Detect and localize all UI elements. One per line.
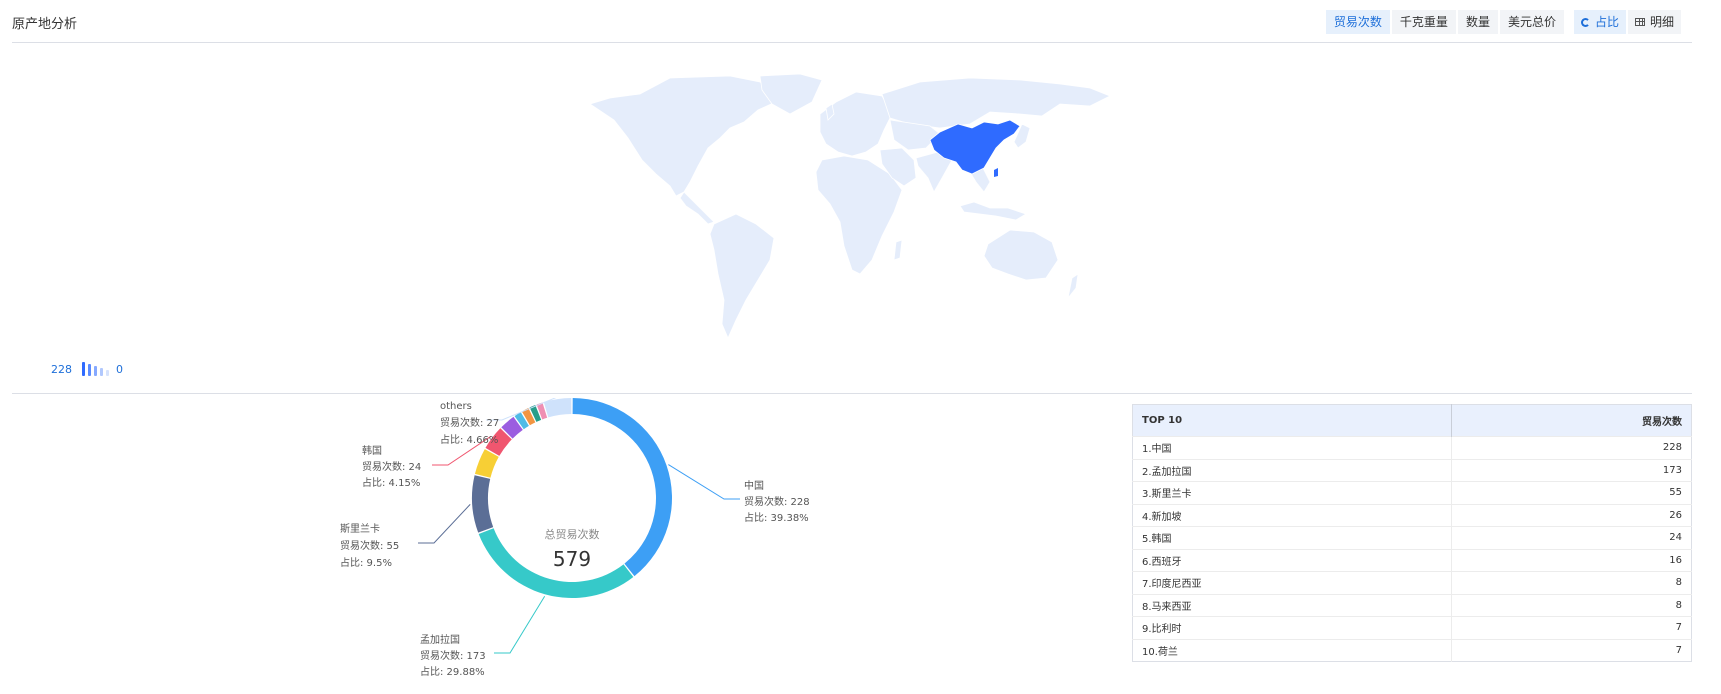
- slice-metric-bangladesh: 贸易次数: 173: [420, 649, 486, 662]
- table-cell-name: 8.马来西亚: [1132, 593, 1452, 617]
- legend-bar: [100, 368, 103, 376]
- table-header-value[interactable]: 贸易次数: [1451, 404, 1692, 437]
- legend-gradient: [82, 362, 109, 376]
- table-cell-name: 10.荷兰: [1132, 638, 1452, 662]
- table-header-row: TOP 10 贸易次数: [1132, 404, 1692, 437]
- table-cell-name: 4.新加坡: [1132, 503, 1452, 527]
- table-row: 9.比利时 7: [1132, 616, 1692, 639]
- slice-share-others: 占比: 4.66%: [440, 433, 498, 446]
- legend-min-value: 0: [116, 362, 123, 376]
- map-region-south-america[interactable]: [709, 213, 775, 339]
- slice-metric-others: 贸易次数: 27: [440, 416, 499, 429]
- map-region-new-zealand[interactable]: [1067, 273, 1079, 299]
- table-cell-value: 55: [1451, 481, 1692, 504]
- donut-chart[interactable]: 总贸易次数 579 中国 贸易次数: 228 占比: 39.38% 孟加拉国 贸…: [320, 396, 880, 690]
- donut-slice[interactable]: [472, 475, 494, 533]
- origin-analysis-panel: 原产地分析 贸易次数 千克重量 数量 美元总价 占比 明细 228 0 总贸易次…: [0, 0, 1721, 690]
- map-region-australia[interactable]: [983, 229, 1059, 281]
- panel-header: 原产地分析 贸易次数 千克重量 数量 美元总价 占比 明细: [12, 0, 1692, 43]
- donut-center-label: 总贸易次数: [545, 527, 600, 541]
- legend-bar: [106, 370, 109, 376]
- table-row: 7.印度尼西亚 8: [1132, 571, 1692, 594]
- table-cell-value: 173: [1451, 458, 1692, 482]
- table-header-name: TOP 10: [1132, 404, 1452, 437]
- table-row: 3.斯里兰卡 55: [1132, 481, 1692, 504]
- table-cell-name: 1.中国: [1132, 436, 1452, 459]
- table-cell-name: 3.斯里兰卡: [1132, 481, 1452, 504]
- table-row: 5.韩国 24: [1132, 526, 1692, 549]
- tab-quantity[interactable]: 数量: [1457, 10, 1498, 34]
- donut-center-value: 579: [553, 547, 591, 571]
- table-row: 6.西班牙 16: [1132, 548, 1692, 572]
- table-cell-value: 16: [1451, 548, 1692, 572]
- slice-share-bangladesh: 占比: 29.88%: [420, 665, 485, 678]
- tab-usd-total[interactable]: 美元总价: [1499, 10, 1564, 34]
- slice-metric-korea: 贸易次数: 24: [362, 460, 421, 473]
- map-region-russia[interactable]: [881, 77, 1111, 129]
- legend-max-value: 228: [51, 362, 72, 376]
- slice-label-korea: 韩国: [362, 444, 382, 457]
- slice-label-others: others: [440, 401, 472, 412]
- slice-share-sri-lanka: 占比: 9.5%: [340, 556, 392, 569]
- slice-share-china: 占比: 39.38%: [744, 511, 809, 524]
- map-region-central-america[interactable]: [679, 191, 715, 225]
- top10-table: TOP 10 贸易次数 1.中国 228 2.孟加拉国 173 3.斯里兰卡 55 4…: [1132, 404, 1692, 662]
- table-cell-value: 24: [1451, 526, 1692, 549]
- donut-chart-icon: [1580, 17, 1590, 27]
- leader-line: [494, 596, 546, 654]
- slice-label-china: 中国: [744, 479, 764, 492]
- table-cell-name: 6.西班牙: [1132, 548, 1452, 572]
- table-cell-name: 5.韩国: [1132, 526, 1452, 549]
- table-cell-name: 7.印度尼西亚: [1132, 571, 1452, 594]
- table-cell-value: 26: [1451, 503, 1692, 527]
- world-map[interactable]: [589, 73, 1111, 344]
- slice-label-sri-lanka: 斯里兰卡: [340, 522, 380, 535]
- table-row: 4.新加坡 26: [1132, 503, 1692, 527]
- map-region-europe[interactable]: [819, 91, 893, 157]
- table-cell-value: 7: [1451, 638, 1692, 662]
- table-row: 10.荷兰 7: [1132, 638, 1692, 662]
- map-region-taiwan[interactable]: [994, 168, 998, 177]
- table-cell-name: 9.比利时: [1132, 616, 1452, 639]
- table-cell-value: 8: [1451, 571, 1692, 594]
- table-row: 1.中国 228: [1132, 436, 1692, 459]
- section-divider: [12, 393, 1692, 394]
- page-title: 原产地分析: [12, 17, 78, 32]
- leader-line: [418, 504, 471, 544]
- view-detail-button[interactable]: 明细: [1627, 10, 1681, 34]
- table-row: 2.孟加拉国 173: [1132, 458, 1692, 482]
- slice-metric-sri-lanka: 贸易次数: 55: [340, 539, 399, 552]
- table-cell-value: 7: [1451, 616, 1692, 639]
- slice-metric-china: 贸易次数: 228: [744, 495, 810, 508]
- legend-bar: [88, 364, 91, 376]
- table-icon: [1634, 18, 1645, 26]
- map-region-greenland[interactable]: [759, 73, 823, 115]
- legend-bar: [82, 362, 85, 376]
- map-region-north-america[interactable]: [589, 75, 781, 197]
- map-region-indonesia[interactable]: [959, 201, 1027, 221]
- table-row: 8.马来西亚 8: [1132, 593, 1692, 617]
- legend-bar: [94, 366, 97, 376]
- table-cell-name: 2.孟加拉国: [1132, 458, 1452, 482]
- world-map-svg: [589, 73, 1111, 339]
- view-toggle: 占比 明细: [1572, 10, 1681, 34]
- slice-share-korea: 占比: 4.15%: [362, 476, 420, 489]
- metric-tabs: 贸易次数 千克重量 数量 美元总价 占比 明细: [1324, 10, 1681, 34]
- map-region-madagascar[interactable]: [893, 239, 903, 261]
- table-cell-value: 8: [1451, 593, 1692, 617]
- tab-trade-count[interactable]: 贸易次数: [1325, 10, 1390, 34]
- slice-label-bangladesh: 孟加拉国: [420, 633, 460, 646]
- map-legend[interactable]: 228 0: [51, 362, 123, 376]
- leader-line: [668, 464, 740, 500]
- view-share-button[interactable]: 占比: [1573, 10, 1626, 34]
- view-share-label: 占比: [1594, 15, 1619, 29]
- view-detail-label: 明细: [1649, 15, 1674, 29]
- table-cell-value: 228: [1451, 436, 1692, 459]
- tab-weight-kg[interactable]: 千克重量: [1391, 10, 1456, 34]
- donut-chart-svg: 总贸易次数 579 中国 贸易次数: 228 占比: 39.38% 孟加拉国 贸…: [340, 396, 810, 678]
